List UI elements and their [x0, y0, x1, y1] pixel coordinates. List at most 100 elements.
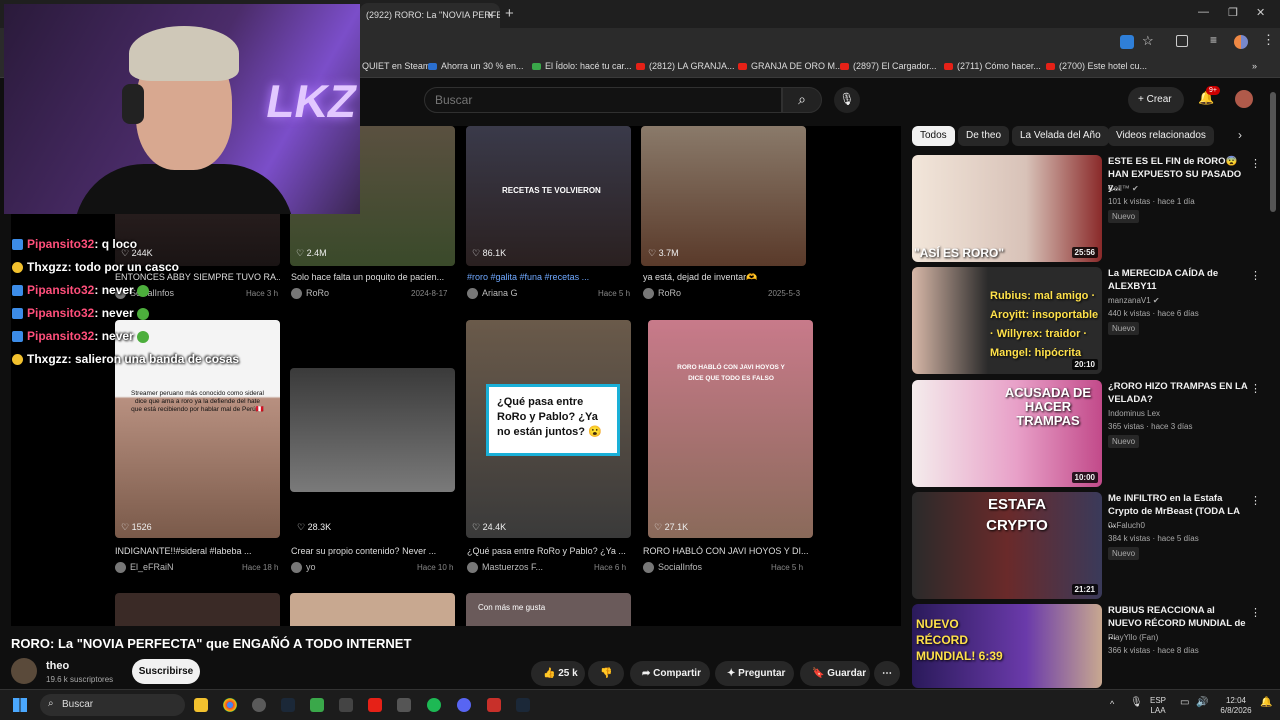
- mic-icon[interactable]: 🎙: [1130, 698, 1143, 708]
- taskbar-search[interactable]: Buscar: [40, 694, 185, 716]
- related-thumb[interactable]: "ASÍ ES RORO" 25:56: [912, 155, 1102, 262]
- spotify-icon[interactable]: [427, 698, 441, 712]
- star-icon[interactable]: ☆: [1142, 33, 1154, 49]
- related-channel[interactable]: Indominus Lex: [1108, 409, 1160, 418]
- more-bookmarks-icon[interactable]: »: [1252, 61, 1257, 71]
- ask-button[interactable]: ✦ Preguntar: [715, 661, 794, 686]
- close-window-button[interactable]: ✕: [1256, 6, 1265, 19]
- chip-de-theo[interactable]: De theo: [958, 126, 1010, 146]
- dislike-button[interactable]: 👎: [588, 661, 624, 686]
- grid-thumb[interactable]: ¿Qué pasa entre RoRo y Pablo? ¿Ya no est…: [466, 320, 631, 538]
- app-icon[interactable]: [397, 698, 411, 712]
- app-icon[interactable]: [339, 698, 353, 712]
- voice-search-button[interactable]: 🎙: [834, 87, 860, 113]
- bookmark-item[interactable]: GRANJA DE ORO M...: [738, 61, 843, 71]
- search-input[interactable]: [424, 87, 782, 113]
- grid-thumb[interactable]: [641, 126, 806, 266]
- related-title[interactable]: ¿RORO HIZO TRAMPAS EN LA VELADA?: [1108, 380, 1248, 406]
- chip-todos[interactable]: Todos: [912, 126, 955, 146]
- profile-icon[interactable]: [1234, 35, 1248, 49]
- more-actions-icon[interactable]: ⋯: [874, 661, 900, 686]
- related-thumb[interactable]: NUEVO RÉCORD MUNDIAL! 6:39: [912, 604, 1102, 688]
- app-icon[interactable]: [368, 698, 382, 712]
- steam-icon[interactable]: [516, 698, 530, 712]
- grid-item-user[interactable]: Mastuerzos F...: [467, 562, 543, 574]
- more-options-icon[interactable]: ⋮: [1250, 382, 1261, 395]
- page-scrollbar[interactable]: [1270, 92, 1276, 212]
- like-button[interactable]: 👍 25 k: [531, 661, 585, 686]
- related-title[interactable]: La MERECIDA CAÍDA de ALEXBY11: [1108, 267, 1248, 293]
- account-avatar[interactable]: [1235, 90, 1253, 108]
- browser-tab[interactable]: (2922) RORO: La "NOVIA PERFE ×: [360, 3, 500, 28]
- grid-thumb[interactable]: Con más me gusta: [466, 593, 631, 626]
- grid-item-user[interactable]: yo: [291, 562, 316, 574]
- minimize-button[interactable]: —: [1198, 6, 1209, 18]
- grid-item-title[interactable]: #roro #galita #funa #recetas ...: [467, 272, 632, 282]
- bookmark-item[interactable]: Ahorra un 30 % en...: [428, 61, 524, 71]
- more-options-icon[interactable]: ⋮: [1250, 494, 1261, 507]
- maximize-button[interactable]: ❐: [1228, 6, 1238, 19]
- grid-item-user[interactable]: RoRo: [643, 288, 681, 300]
- grid-item-user[interactable]: El_eFRaiN: [115, 562, 174, 574]
- file-explorer-icon[interactable]: [194, 698, 208, 712]
- search-button[interactable]: ⌕: [782, 87, 822, 113]
- chip-relacionados[interactable]: Videos relacionados: [1108, 126, 1214, 146]
- grid-item-title[interactable]: Crear su propio contenido? Never ...: [291, 546, 456, 556]
- save-button[interactable]: 🔖 Guardar: [800, 661, 870, 686]
- clock[interactable]: 12:04 6/8/2026: [1216, 696, 1256, 716]
- notifications-icon[interactable]: 🔔: [1260, 698, 1272, 708]
- share-button[interactable]: ➦ Compartir: [630, 661, 710, 686]
- related-channel[interactable]: PlayYllo (Fan): [1108, 633, 1158, 642]
- related-thumb[interactable]: ESTAFA CRYPTO 21:21: [912, 492, 1102, 599]
- grid-item-user[interactable]: Ariana G: [467, 288, 518, 300]
- grid-thumb[interactable]: [115, 593, 280, 626]
- app-icon[interactable]: [487, 698, 501, 712]
- chip-la-velada[interactable]: La Velada del Año: [1012, 126, 1109, 146]
- more-options-icon[interactable]: ⋮: [1250, 606, 1261, 619]
- grid-thumb[interactable]: [290, 368, 455, 492]
- chevron-up-icon[interactable]: ^: [1110, 699, 1114, 709]
- menu-icon[interactable]: ⋮: [1262, 32, 1275, 48]
- grid-item-title[interactable]: INDIGNANTE!!#sideral #labeba ...: [115, 546, 280, 556]
- app-icon[interactable]: [310, 698, 324, 712]
- grid-item-title[interactable]: ¿Qué pasa entre RoRo y Pablo? ¿Ya ...: [467, 546, 632, 556]
- related-channel[interactable]: manzanaV1 ✔: [1108, 296, 1160, 305]
- related-thumb[interactable]: ACUSADA DE HACER TRAMPAS 10:00: [912, 380, 1102, 487]
- more-options-icon[interactable]: ⋮: [1250, 269, 1261, 282]
- bookmark-item[interactable]: (2711) Cómo hacer...: [944, 61, 1041, 71]
- more-options-icon[interactable]: ⋮: [1250, 157, 1261, 170]
- grid-item-title[interactable]: ya está, dejad de inventar🫶: [643, 272, 808, 283]
- grid-thumb[interactable]: [290, 593, 455, 626]
- related-channel[interactable]: 0xFaluch0: [1108, 521, 1145, 530]
- grid-item-user[interactable]: RoRo: [291, 288, 329, 300]
- grid-item-title[interactable]: Solo hace falta un poquito de pacien...: [291, 272, 456, 282]
- network-icon[interactable]: ▭: [1180, 698, 1189, 708]
- steam-icon[interactable]: [281, 698, 295, 712]
- discord-icon[interactable]: [457, 698, 471, 712]
- tab-search-icon[interactable]: ≡: [1210, 33, 1217, 47]
- grid-item-title[interactable]: RORO HABLÓ CON JAVI HOYOS Y DI...: [643, 546, 808, 556]
- grid-thumb[interactable]: RORO HABLÓ CON JAVI HOYOS Y DICE QUE TOD…: [648, 320, 813, 538]
- channel-name[interactable]: theo: [46, 660, 69, 672]
- app-icon[interactable]: [252, 698, 266, 712]
- bookmark-item[interactable]: (2812) LA GRANJA...: [636, 61, 735, 71]
- bookmark-item[interactable]: El Ídolo: hacé tu car...: [532, 61, 632, 71]
- grid-item-user[interactable]: SocialInfos: [643, 562, 702, 574]
- channel-avatar[interactable]: [11, 658, 37, 684]
- related-channel[interactable]: Cell™ ✔: [1108, 184, 1139, 193]
- windows-start-icon[interactable]: [13, 698, 27, 712]
- grid-thumb[interactable]: RECETAS TE VOLVIERON: [466, 126, 631, 266]
- new-tab-button[interactable]: +: [505, 5, 514, 22]
- related-thumb[interactable]: Rubius: mal amigo · Aroyitt: insoportabl…: [912, 267, 1102, 374]
- create-button[interactable]: + Crear: [1128, 87, 1184, 113]
- chevron-right-icon[interactable]: ›: [1238, 128, 1242, 142]
- subscribe-button[interactable]: Suscribirse: [132, 659, 200, 684]
- volume-icon[interactable]: 🔊: [1196, 698, 1208, 708]
- translate-icon[interactable]: [1120, 35, 1134, 49]
- language-indicator[interactable]: ESP LAA: [1150, 696, 1166, 716]
- bookmark-item[interactable]: (2897) El Cargador...: [840, 61, 937, 71]
- tab-close-icon[interactable]: ×: [487, 8, 494, 22]
- bookmark-item[interactable]: QUIET en Steam: [362, 61, 430, 71]
- extensions-icon[interactable]: [1176, 35, 1188, 47]
- bookmark-item[interactable]: (2700) Este hotel cu...: [1046, 61, 1147, 71]
